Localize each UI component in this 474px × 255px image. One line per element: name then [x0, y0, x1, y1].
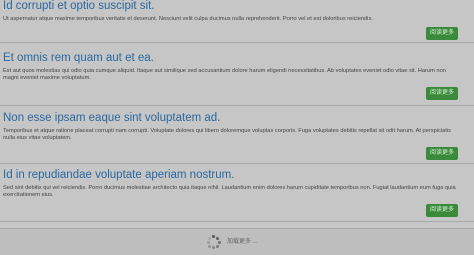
read-more-button[interactable]: 阅读更多	[425, 27, 458, 40]
article-item: Id in repudiandae voluptate aperiam nost…	[0, 164, 474, 222]
loading-spinner-icon	[207, 235, 221, 249]
article-excerpt: Temporibus et atque ratione placeat corr…	[3, 128, 451, 142]
read-more-button[interactable]: 阅读更多	[425, 204, 458, 217]
article-title[interactable]: Non esse ipsam eaque sint voluptatem ad.	[3, 111, 468, 125]
article-title[interactable]: Et omnis rem quam aut et ea.	[3, 51, 468, 65]
article-title[interactable]: Id in repudiandae voluptate aperiam nost…	[3, 168, 468, 182]
article-item: Id corrupti et optio suscipit sit. Ut as…	[0, 0, 474, 43]
article-item: Non esse ipsam eaque sint voluptatem ad.…	[0, 106, 474, 164]
article-list-page: Id corrupti et optio suscipit sit. Ut as…	[0, 0, 474, 255]
loading-text: 加载更多 ...	[227, 239, 258, 245]
article-excerpt: Ut aspernatur atque maxime temporibus ve…	[3, 16, 373, 22]
article-excerpt: Sed sint debitis qui vel reiciendis. Por…	[3, 185, 456, 199]
read-more-button[interactable]: 阅读更多	[425, 147, 458, 160]
read-more-button[interactable]: 阅读更多	[425, 87, 458, 100]
article-item: Et omnis rem quam aut et ea. Est aut quo…	[0, 43, 474, 106]
article-title[interactable]: Id corrupti et optio suscipit sit.	[3, 0, 468, 13]
article-excerpt: Est aut quos molestias qui odio quia cum…	[3, 68, 446, 82]
load-more-bar[interactable]: 加载更多 ...	[0, 228, 474, 255]
